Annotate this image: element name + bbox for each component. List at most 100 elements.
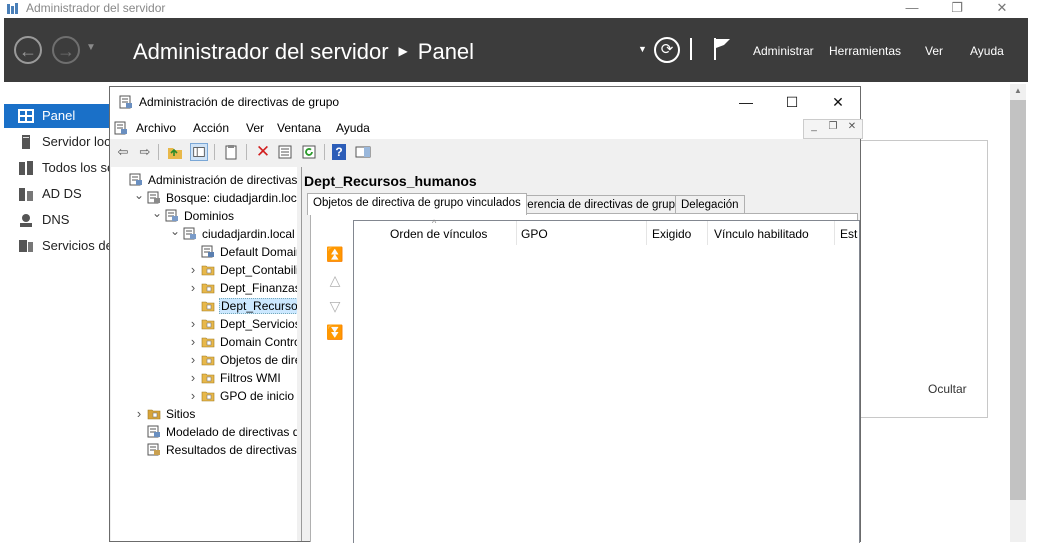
refresh-icon[interactable]: ⟳	[654, 37, 680, 63]
sidebar-item-todos-los-servidores[interactable]: Todos los servidores	[4, 156, 110, 180]
notifications-flag-icon[interactable]	[712, 36, 732, 62]
gpmc-maximize-button[interactable]: ☐	[769, 87, 815, 117]
sidebar-item-servicios-de-archivos[interactable]: Servicios de archivos y de almacenamient…	[4, 234, 110, 258]
tree-node-label: ciudadjardin.local	[202, 227, 295, 241]
tree-node[interactable]: › Sitios	[111, 405, 297, 423]
tree-node[interactable]: › Objetos de directiva de grupo	[111, 351, 297, 369]
expanded-chevron-icon[interactable]: ⌄	[151, 204, 163, 222]
tree-node[interactable]: Dept_Recursos_humanos	[111, 297, 297, 315]
sites-icon	[147, 407, 161, 420]
help-icon[interactable]: ?	[332, 144, 346, 160]
collapsed-chevron-icon[interactable]: ›	[187, 351, 199, 369]
maximize-button[interactable]: ❐	[940, 0, 974, 16]
properties-icon[interactable]	[276, 143, 294, 161]
linked-gpo-list[interactable]: ^ Orden de vínculos GPO Exigido Vínculo …	[353, 218, 860, 543]
collapsed-chevron-icon[interactable]: ›	[187, 333, 199, 351]
column-header-vinculo-habilitado[interactable]: Vínculo habilitado	[714, 221, 834, 245]
show-action-pane-icon[interactable]	[354, 143, 372, 161]
menu-administrar[interactable]: Administrar	[753, 44, 814, 58]
minimize-button[interactable]: —	[895, 0, 929, 16]
menu-herramientas[interactable]: Herramientas	[829, 44, 901, 58]
tab-delegacion[interactable]: Delegación	[675, 195, 745, 214]
menu-ayuda-gpmc[interactable]: Ayuda	[336, 121, 370, 135]
mdi-minimize-button[interactable]: _	[805, 121, 823, 132]
ou-icon	[201, 335, 215, 348]
tree-node[interactable]: Modelado de directivas de grupo	[111, 423, 297, 441]
forward-button[interactable]: →	[52, 36, 80, 64]
sidebar-item-dns[interactable]: DNS	[4, 208, 110, 232]
sidebar-item-servidor-local[interactable]: Servidor local	[4, 130, 110, 154]
mdi-child-icon[interactable]	[114, 121, 128, 135]
delete-icon[interactable]: ✕	[254, 143, 272, 161]
menu-archivo[interactable]: Archivo	[136, 121, 176, 135]
forward-icon[interactable]: ⇨	[136, 143, 154, 161]
starter-gpo-icon	[201, 389, 215, 402]
tree-node[interactable]: Resultados de directivas de grupo	[111, 441, 297, 459]
column-header-orden[interactable]: Orden de vínculos	[390, 221, 518, 245]
tree-node-label: Dept_Recursos_humanos	[219, 298, 297, 314]
tree-node[interactable]: › Domain Controllers	[111, 333, 297, 351]
menu-ver[interactable]: Ver	[925, 44, 943, 58]
server-manager-titlebar: Administrador del servidor — ❐ ✕	[0, 0, 1045, 18]
gpmc-titlebar: Administración de directivas de grupo — …	[110, 87, 860, 117]
move-to-top-icon[interactable]: ⏫	[325, 246, 345, 262]
column-header-gpo[interactable]: GPO	[521, 221, 641, 245]
vertical-scrollbar[interactable]: ▲	[1010, 84, 1026, 542]
menu-ayuda[interactable]: Ayuda	[970, 44, 1004, 58]
sidebar-item-panel[interactable]: Panel	[4, 104, 110, 128]
collapsed-chevron-icon[interactable]: ›	[187, 387, 199, 405]
tree-node[interactable]: ⌄ Bosque: ciudadjardin.local	[111, 186, 297, 207]
mdi-close-button[interactable]: ✕	[843, 121, 861, 132]
tree-node[interactable]: › Filtros WMI	[111, 369, 297, 387]
collapsed-chevron-icon[interactable]: ›	[187, 279, 199, 297]
tree-node[interactable]: ⌄ ciudadjardin.local	[111, 222, 297, 243]
tree-node[interactable]: › Dept_Finanzas	[111, 279, 297, 297]
move-down-icon[interactable]: ▽	[325, 298, 345, 314]
up-folder-icon[interactable]	[166, 143, 184, 161]
move-up-icon[interactable]: △	[325, 272, 345, 288]
expanded-chevron-icon[interactable]: ⌄	[169, 222, 181, 240]
gpmc-minimize-button[interactable]: —	[723, 87, 769, 117]
tree-node[interactable]: ⌄ Dominios	[111, 204, 297, 225]
clipboard-icon[interactable]	[222, 143, 240, 161]
close-button[interactable]: ✕	[985, 0, 1019, 16]
hide-link[interactable]: Ocultar	[928, 382, 967, 396]
column-header-estado[interactable]: Estado de GPO	[840, 221, 858, 245]
server-manager-window-title: Administrador del servidor	[26, 1, 166, 15]
refresh-dropdown-icon[interactable]: ▼	[638, 44, 647, 54]
tree-node-label: Resultados de directivas de grupo	[166, 443, 297, 457]
scroll-up-icon[interactable]: ▲	[1010, 84, 1026, 98]
column-header-exigido[interactable]: Exigido	[652, 221, 712, 245]
console-tree: Administración de directivas de grupo⌄Bo…	[111, 167, 297, 541]
mdi-restore-button[interactable]: ❐	[824, 121, 842, 132]
refresh-icon[interactable]	[300, 143, 318, 161]
tree-node[interactable]: › GPO de inicio	[111, 387, 297, 405]
scrollbar-thumb[interactable]	[1010, 100, 1026, 500]
move-to-bottom-icon[interactable]: ⏬	[325, 324, 345, 340]
tree-node[interactable]: › Dept_Servicios_generales	[111, 315, 297, 333]
show-hide-console-tree-icon[interactable]	[190, 143, 208, 161]
gpmc-close-button[interactable]: ✕	[815, 87, 861, 117]
collapsed-chevron-icon[interactable]: ›	[133, 405, 145, 423]
gpmc-window: Administración de directivas de grupo — …	[109, 86, 863, 543]
menu-accion[interactable]: Acción	[193, 121, 229, 135]
collapsed-chevron-icon[interactable]: ›	[187, 369, 199, 387]
gpo-folder-icon	[201, 353, 215, 366]
breadcrumb-separator-icon: ▶	[398, 44, 408, 58]
forward-arrow-icon: →	[57, 41, 75, 61]
back-button[interactable]: ←	[14, 36, 42, 64]
collapsed-chevron-icon[interactable]: ›	[187, 315, 199, 333]
tree-node[interactable]: Default Domain Policy	[111, 243, 297, 261]
sidebar-item-ad-ds[interactable]: AD DS	[4, 182, 110, 206]
menu-ver-gpmc[interactable]: Ver	[246, 121, 264, 135]
tab-objetos-vinculados[interactable]: Objetos de directiva de grupo vinculados	[307, 193, 527, 215]
wmi-folder-icon	[201, 371, 215, 384]
collapsed-chevron-icon[interactable]: ›	[187, 261, 199, 279]
menu-ventana[interactable]: Ventana	[277, 121, 321, 135]
tree-node[interactable]: › Dept_Contabilidad	[111, 261, 297, 279]
history-dropdown-icon[interactable]: ▼	[86, 42, 96, 53]
expanded-chevron-icon[interactable]: ⌄	[133, 186, 145, 204]
back-icon[interactable]: ⇦	[114, 143, 132, 161]
tab-herencia[interactable]: Herencia de directivas de grupo	[513, 195, 688, 214]
toolbar-separator	[214, 144, 215, 160]
